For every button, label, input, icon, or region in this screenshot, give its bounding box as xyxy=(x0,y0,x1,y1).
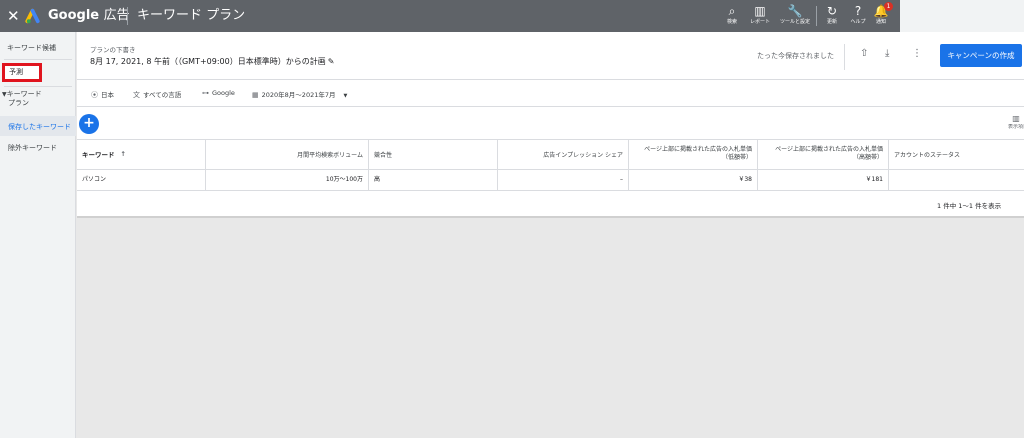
columns-icon: ▥ xyxy=(1012,114,1020,123)
cell-impression-share: – xyxy=(498,169,629,190)
network-filter[interactable]: ⊶ Google xyxy=(202,89,235,97)
saved-status: たった今保存されました xyxy=(757,52,834,60)
main-panel: プランの下書き 8月 17, 2021, 8 午前（（GMT+09:00）日本標… xyxy=(77,32,1024,218)
pagination-text: 1 件中 1～1 件を表示 xyxy=(937,202,1002,210)
sidebar: キーワード候補 予測 ▼キーワード プラン 保存したキーワード 除外キーワード xyxy=(0,32,76,438)
row-bottom-line xyxy=(77,190,1024,191)
empty-background xyxy=(77,218,1024,438)
draft-label: プランの下書き xyxy=(90,46,136,54)
sidebar-item-keyword-ideas[interactable]: キーワード候補 xyxy=(0,43,76,53)
column-header-bid-low[interactable]: ページ上部に掲載された広告の入札単価 （低額帯） xyxy=(629,139,758,169)
header-divider-line xyxy=(77,79,1024,80)
column-header-volume[interactable]: 月間平均検索ボリューム xyxy=(206,139,369,169)
network-icon: ⊶ xyxy=(202,89,209,97)
page-title: キーワード プラン xyxy=(137,8,246,23)
wrench-icon: 🔧 xyxy=(787,4,803,18)
pencil-icon[interactable]: ✎ xyxy=(328,57,335,66)
plan-title[interactable]: 8月 17, 2021, 8 午前（（GMT+09:00）日本標準時）からの計画… xyxy=(90,56,334,67)
share-icon[interactable]: ⇧ xyxy=(860,48,868,59)
create-campaign-button[interactable]: キャンペーンの作成 xyxy=(940,44,1022,67)
tools-settings-button[interactable]: 🔧 ツールと設定 xyxy=(778,3,812,31)
more-vert-icon[interactable]: ⋮ xyxy=(912,48,922,59)
table-header-row: キーワード ↑ 月間平均検索ボリューム 競合性 広告インプレッション シェア ペ… xyxy=(77,139,1024,169)
sort-arrow-icon: ↑ xyxy=(120,150,126,158)
column-header-bid-high[interactable]: ページ上部に掲載された広告の入札単価 （高額帯） xyxy=(758,139,889,169)
language-filter[interactable]: 文すべての言語 xyxy=(133,89,181,100)
download-icon[interactable]: ⤓ xyxy=(885,48,889,59)
cell-competition: 高 xyxy=(369,169,498,190)
date-range-filter[interactable]: ▦ 2020年8月～2021年7月 ▼ xyxy=(252,89,347,99)
column-header-account-status[interactable]: アカウントのステータス xyxy=(889,139,1024,169)
cell-volume: 10万～100万 xyxy=(206,169,369,190)
calendar-icon: ▦ xyxy=(252,91,259,99)
column-header-competition[interactable]: 競合性 xyxy=(369,139,498,169)
sidebar-item-saved-keywords[interactable]: 保存したキーワード xyxy=(0,122,76,132)
location-pin-icon: ⦿ xyxy=(91,91,98,99)
brand-name: Google 広告 xyxy=(48,8,130,23)
sidebar-divider xyxy=(4,86,72,87)
report-button[interactable]: ▥ レポート xyxy=(743,3,777,31)
location-filter[interactable]: ⦿ 日本 xyxy=(91,89,114,100)
cell-keyword: パソコン xyxy=(77,169,206,190)
notification-badge: 1 xyxy=(884,2,893,11)
cell-bid-low: ￥38 xyxy=(629,169,758,190)
report-icon: ▥ xyxy=(754,4,766,18)
cell-bid-high: ￥181 xyxy=(758,169,889,190)
header-divider xyxy=(844,44,845,70)
dropdown-arrow-icon: ▼ xyxy=(343,93,348,99)
close-icon[interactable]: ✕ xyxy=(7,6,20,26)
translate-icon: 文 xyxy=(133,91,140,99)
column-header-keyword[interactable]: キーワード ↑ xyxy=(77,139,206,169)
top-bar: ✕ Google 広告 キーワード プラン ⌕ 検索 ▥ レポート 🔧 ツールと… xyxy=(0,0,1024,32)
table-row[interactable]: パソコン 10万～100万 高 – ￥38 ￥181 xyxy=(77,169,1024,190)
sidebar-item-forecast[interactable]: 予測 xyxy=(2,63,42,82)
notifications-button[interactable]: 🔔 通知 1 xyxy=(864,2,898,31)
columns-button[interactable]: ▥ 表示項目 xyxy=(1008,114,1024,130)
account-area[interactable] xyxy=(900,0,1024,32)
column-header-impression-share[interactable]: 広告インプレッション シェア xyxy=(498,139,629,169)
cell-account-status xyxy=(889,169,1024,190)
add-keyword-button[interactable]: + xyxy=(79,114,99,134)
google-ads-logo xyxy=(25,8,40,24)
sidebar-divider xyxy=(4,59,72,60)
sidebar-item-keyword-plan[interactable]: ▼キーワード プラン xyxy=(0,90,76,107)
title-separator xyxy=(127,7,128,25)
filter-divider-line xyxy=(77,106,1024,107)
sidebar-item-negative-keywords[interactable]: 除外キーワード xyxy=(0,143,76,153)
